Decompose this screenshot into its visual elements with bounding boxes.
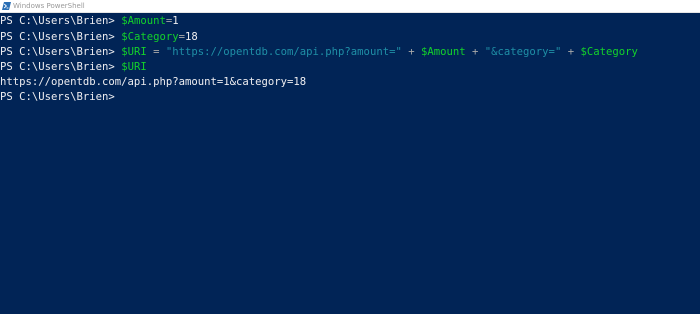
string-token: "&category=": [484, 46, 562, 58]
operator-token: +: [465, 46, 485, 58]
console-area[interactable]: PS C:\Users\Brien> $Amount=1 PS C:\Users…: [0, 13, 700, 314]
console-line: PS C:\Users\Brien> $Category=18: [0, 29, 198, 45]
console-line: PS C:\Users\Brien> $Amount=1: [0, 13, 179, 29]
prompt: PS C:\Users\Brien>: [0, 91, 122, 103]
powershell-icon: [2, 2, 11, 10]
variable-token: $URI: [121, 46, 147, 58]
string-token: "https://opentdb.com/api.php?amount=": [165, 46, 402, 58]
number-token: 1: [172, 15, 179, 27]
operator-token: =: [146, 46, 166, 58]
variable-token: $Amount: [121, 15, 166, 27]
variable-token: $Amount: [420, 46, 466, 58]
number-token: 18: [184, 31, 198, 43]
prompt: PS C:\Users\Brien>: [0, 15, 122, 27]
console-line: PS C:\Users\Brien> $URI: [0, 59, 147, 75]
console-line: PS C:\Users\Brien>: [0, 89, 121, 105]
operator-token: +: [561, 46, 581, 58]
console-output-line: https://opentdb.com/api.php?amount=1&cat…: [0, 74, 306, 90]
prompt: PS C:\Users\Brien>: [0, 61, 122, 73]
prompt: PS C:\Users\Brien>: [0, 31, 122, 43]
operator-token: +: [401, 46, 421, 58]
command-output: https://opentdb.com/api.php?amount=1&cat…: [0, 76, 307, 88]
variable-token: $URI: [121, 61, 147, 73]
prompt: PS C:\Users\Brien>: [0, 46, 122, 58]
console-line: PS C:\Users\Brien> $URI = "https://opent…: [0, 44, 638, 60]
variable-token: $Category: [121, 31, 179, 43]
powershell-window: Windows PowerShell PS C:\Users\Brien> $A…: [0, 0, 700, 314]
window-title: Windows PowerShell: [13, 2, 85, 10]
title-bar[interactable]: Windows PowerShell: [0, 0, 700, 13]
variable-token: $Category: [580, 46, 638, 58]
